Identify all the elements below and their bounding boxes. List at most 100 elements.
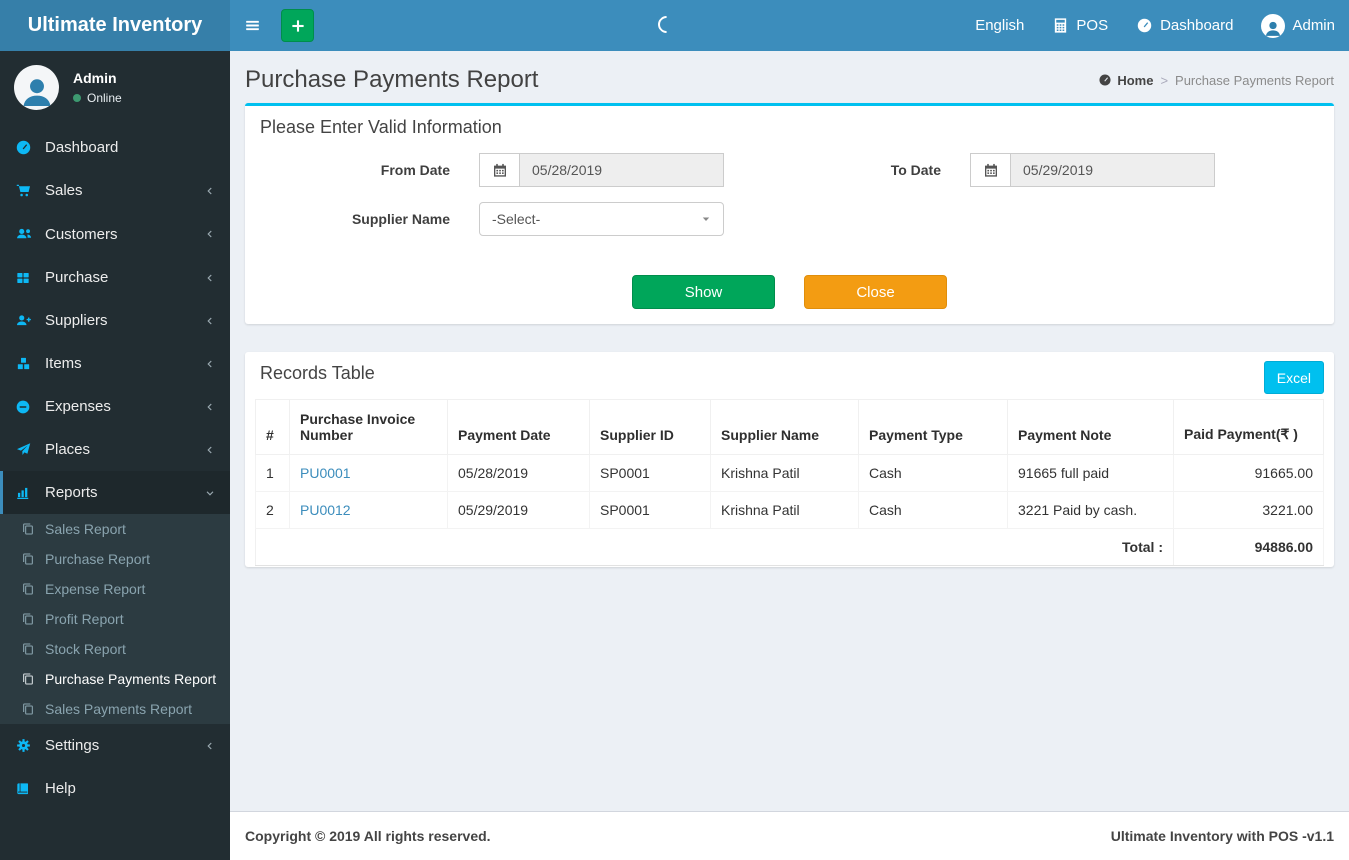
records-panel-title: Records Table <box>260 363 375 383</box>
pos-label: POS <box>1076 17 1109 34</box>
sidebar-item-reports[interactable]: Reports <box>0 471 230 514</box>
table-row: 1 PU0001 05/28/2019 SP0001 Krishna Patil… <box>255 454 1324 492</box>
column-header-payment-type[interactable]: Payment Type <box>858 399 1008 455</box>
brand-logo[interactable]: Ultimate Inventory <box>0 0 230 51</box>
user-status: Online <box>73 91 122 105</box>
sidebar-item-settings[interactable]: Settings <box>0 724 230 767</box>
from-date-input[interactable] <box>519 153 724 187</box>
column-header-invoice[interactable]: Purchase Invoice Number <box>289 399 448 455</box>
calendar-icon[interactable] <box>970 153 1010 187</box>
column-header-payment-note[interactable]: Payment Note <box>1007 399 1174 455</box>
sidebar-item-suppliers[interactable]: Suppliers <box>0 299 230 342</box>
copy-icon <box>20 671 36 687</box>
minus-circle-icon <box>15 399 41 415</box>
from-date-group <box>479 153 724 187</box>
speedometer-icon <box>1136 17 1153 34</box>
sidebar-item-help[interactable]: Help <box>0 767 230 810</box>
language-menu[interactable]: English <box>961 0 1038 51</box>
chevron-left-icon <box>204 185 216 197</box>
reports-submenu: Sales Report Purchase Report Expense Rep… <box>0 514 230 724</box>
filter-form: From Date To Date <box>245 147 1334 255</box>
supplier-select[interactable]: -Select- <box>479 202 724 236</box>
column-header-payment-date[interactable]: Payment Date <box>447 399 590 455</box>
records-panel: Records Table Excel # Purchase Invoice N… <box>245 352 1334 567</box>
invoice-link[interactable]: PU0001 <box>300 465 351 481</box>
calendar-icon[interactable] <box>479 153 519 187</box>
sidebar-item-purchase[interactable]: Purchase <box>0 256 230 299</box>
avatar <box>14 65 59 110</box>
breadcrumb: Home > Purchase Payments Report <box>1098 73 1334 88</box>
speedometer-icon <box>1098 73 1112 87</box>
to-date-input[interactable] <box>1010 153 1215 187</box>
sidebar-item-places[interactable]: Places <box>0 428 230 471</box>
top-navbar: English POS Dashboard Admin <box>230 0 1349 51</box>
column-header-supplier-id[interactable]: Supplier ID <box>589 399 711 455</box>
sidebar-item-stock-report[interactable]: Stock Report <box>0 634 230 664</box>
sidebar-item-items[interactable]: Items <box>0 342 230 385</box>
supplier-name-cell: Krishna Patil <box>710 454 859 492</box>
sidebar-item-sales-report[interactable]: Sales Report <box>0 514 230 544</box>
records-table: # Purchase Invoice Number Payment Date S… <box>255 399 1324 566</box>
chevron-left-icon <box>204 444 216 456</box>
copy-icon <box>20 521 36 537</box>
payment-type-cell: Cash <box>858 491 1008 529</box>
user-panel: Admin Online <box>0 51 230 126</box>
speedometer-icon <box>15 139 41 156</box>
sidebar-toggle-button[interactable] <box>230 0 275 51</box>
dashboard-label: Dashboard <box>1160 17 1234 34</box>
user-icon <box>18 72 56 110</box>
total-value: 94886.00 <box>1173 528 1324 566</box>
chevron-down-icon <box>204 487 216 499</box>
show-button[interactable]: Show <box>632 275 775 309</box>
sidebar-item-purchase-report[interactable]: Purchase Report <box>0 544 230 574</box>
sidebar-item-expenses[interactable]: Expenses <box>0 385 230 428</box>
excel-export-button[interactable]: Excel <box>1263 361 1324 394</box>
app-root: Ultimate Inventory English POS Dashboard… <box>0 0 1349 860</box>
chevron-left-icon <box>204 272 216 284</box>
column-header-supplier-name[interactable]: Supplier Name <box>710 399 859 455</box>
payment-note-cell: 91665 full paid <box>1007 454 1174 492</box>
users-icon <box>15 225 41 243</box>
paper-plane-icon <box>15 441 41 458</box>
user-name-label: Admin <box>1292 17 1335 34</box>
pos-link[interactable]: POS <box>1038 0 1122 51</box>
page-title: Purchase Payments Report <box>245 66 539 93</box>
sidebar-item-purchase-payments-report[interactable]: Purchase Payments Report <box>0 664 230 694</box>
paid-payment-cell: 3221.00 <box>1173 491 1324 529</box>
invoice-link[interactable]: PU0012 <box>300 502 351 518</box>
table-header-row: # Purchase Invoice Number Payment Date S… <box>255 399 1324 455</box>
chevron-left-icon <box>204 315 216 327</box>
version-text: Ultimate Inventory with POS -v1.1 <box>1110 828 1334 844</box>
payment-date-cell: 05/29/2019 <box>447 491 590 529</box>
quick-add-button[interactable] <box>281 9 314 42</box>
chevron-left-icon <box>204 228 216 240</box>
column-header-index[interactable]: # <box>255 399 290 455</box>
column-header-paid-payment[interactable]: Paid Payment(₹ ) <box>1173 399 1324 455</box>
sidebar-item-customers[interactable]: Customers <box>0 212 230 256</box>
close-button[interactable]: Close <box>804 275 947 309</box>
supplier-id-cell: SP0001 <box>589 454 711 492</box>
top-header: Ultimate Inventory English POS Dashboard… <box>0 0 1349 51</box>
sidebar-item-profit-report[interactable]: Profit Report <box>0 604 230 634</box>
grid-icon <box>15 270 41 286</box>
sidebar-item-sales[interactable]: Sales <box>0 169 230 212</box>
dashboard-link[interactable]: Dashboard <box>1122 0 1247 51</box>
sidebar-item-expense-report[interactable]: Expense Report <box>0 574 230 604</box>
breadcrumb-current: Purchase Payments Report <box>1175 72 1334 88</box>
bar-chart-icon <box>15 484 41 501</box>
breadcrumb-home-link[interactable]: Home <box>1098 73 1153 88</box>
payment-date-cell: 05/28/2019 <box>447 454 590 492</box>
copy-icon <box>20 701 36 717</box>
content-header: Purchase Payments Report Home > Purchase… <box>230 51 1349 103</box>
sidebar-item-sales-payments-report[interactable]: Sales Payments Report <box>0 694 230 724</box>
loading-spinner-icon <box>654 12 679 37</box>
plus-icon <box>289 17 307 35</box>
sidebar-item-dashboard[interactable]: Dashboard <box>0 126 230 169</box>
user-menu[interactable]: Admin <box>1247 0 1349 51</box>
online-dot-icon <box>73 94 81 102</box>
copyright-text: Copyright © 2019 All rights reserved. <box>245 828 491 844</box>
copy-icon <box>20 581 36 597</box>
user-plus-icon <box>15 312 41 329</box>
chevron-left-icon <box>204 358 216 370</box>
copy-icon <box>20 641 36 657</box>
